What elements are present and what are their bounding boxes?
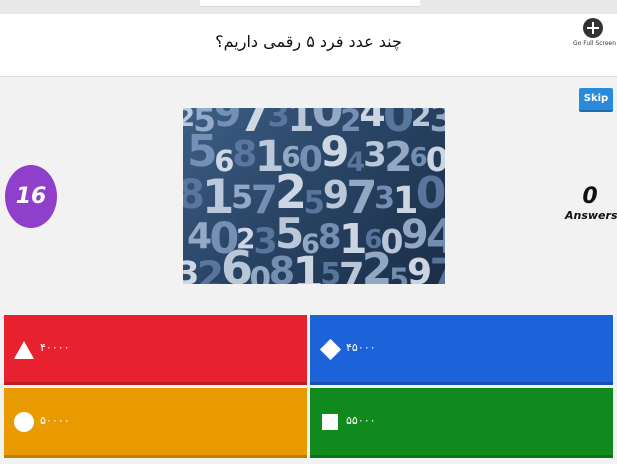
svg-text:7: 7 — [429, 250, 445, 284]
countdown-timer: 16 — [5, 165, 57, 228]
fullscreen-button[interactable]: Go Full Screen — [573, 18, 617, 58]
answers-counter: 0 Answers — [565, 184, 617, 223]
svg-text:2: 2 — [362, 244, 393, 284]
answer-choice-green[interactable]: ۵۵۰۰۰ — [310, 388, 613, 458]
svg-text:2: 2 — [197, 254, 224, 284]
svg-text:4: 4 — [187, 216, 212, 257]
svg-text:8: 8 — [269, 249, 295, 284]
svg-text:1: 1 — [292, 247, 323, 284]
square-icon — [320, 412, 342, 434]
svg-text:9: 9 — [407, 252, 432, 284]
question-text: چند عدد فرد ۵ رقمی داریم؟ — [215, 32, 402, 51]
numbers-image: 2597310240235681609432608157259731024023… — [183, 108, 445, 284]
svg-text:3: 3 — [429, 108, 445, 140]
answers-label: Answers — [565, 209, 617, 222]
plus-circle-icon — [583, 18, 603, 38]
question-image: 2597310240235681609432608157259731024023… — [183, 108, 445, 284]
answers-count: 0 — [582, 184, 598, 209]
answer-text: ۴۰۰۰۰ — [40, 341, 70, 354]
answer-text: ۵۵۰۰۰ — [346, 414, 376, 427]
svg-text:7: 7 — [251, 178, 278, 223]
svg-text:9: 9 — [320, 127, 349, 176]
triangle-icon — [14, 339, 36, 361]
svg-text:2: 2 — [384, 133, 413, 181]
fullscreen-label: Go Full Screen — [573, 40, 617, 47]
diamond-icon — [319, 338, 342, 361]
svg-text:8: 8 — [232, 134, 257, 175]
skip-button[interactable]: Skip — [579, 88, 613, 110]
answer-choice-blue[interactable]: ۴۵۰۰۰ — [310, 315, 613, 385]
browser-top-strip — [0, 0, 617, 14]
svg-text:9: 9 — [214, 108, 242, 136]
question-header: چند عدد فرد ۵ رقمی داریم؟ Go Full Screen — [0, 14, 617, 77]
svg-text:4: 4 — [359, 108, 385, 135]
answer-choice-yellow[interactable]: ۵۰۰۰۰ — [4, 388, 307, 458]
top-strip-tab — [200, 0, 420, 7]
svg-text:7: 7 — [339, 255, 365, 284]
answer-text: ۵۰۰۰۰ — [40, 414, 70, 427]
svg-text:1: 1 — [287, 108, 314, 141]
answer-choice-red[interactable]: ۴۰۰۰۰ — [4, 315, 307, 385]
svg-text:9: 9 — [323, 173, 349, 217]
answer-text: ۴۵۰۰۰ — [346, 341, 376, 354]
circle-icon — [14, 412, 36, 434]
svg-text:6: 6 — [221, 241, 253, 284]
